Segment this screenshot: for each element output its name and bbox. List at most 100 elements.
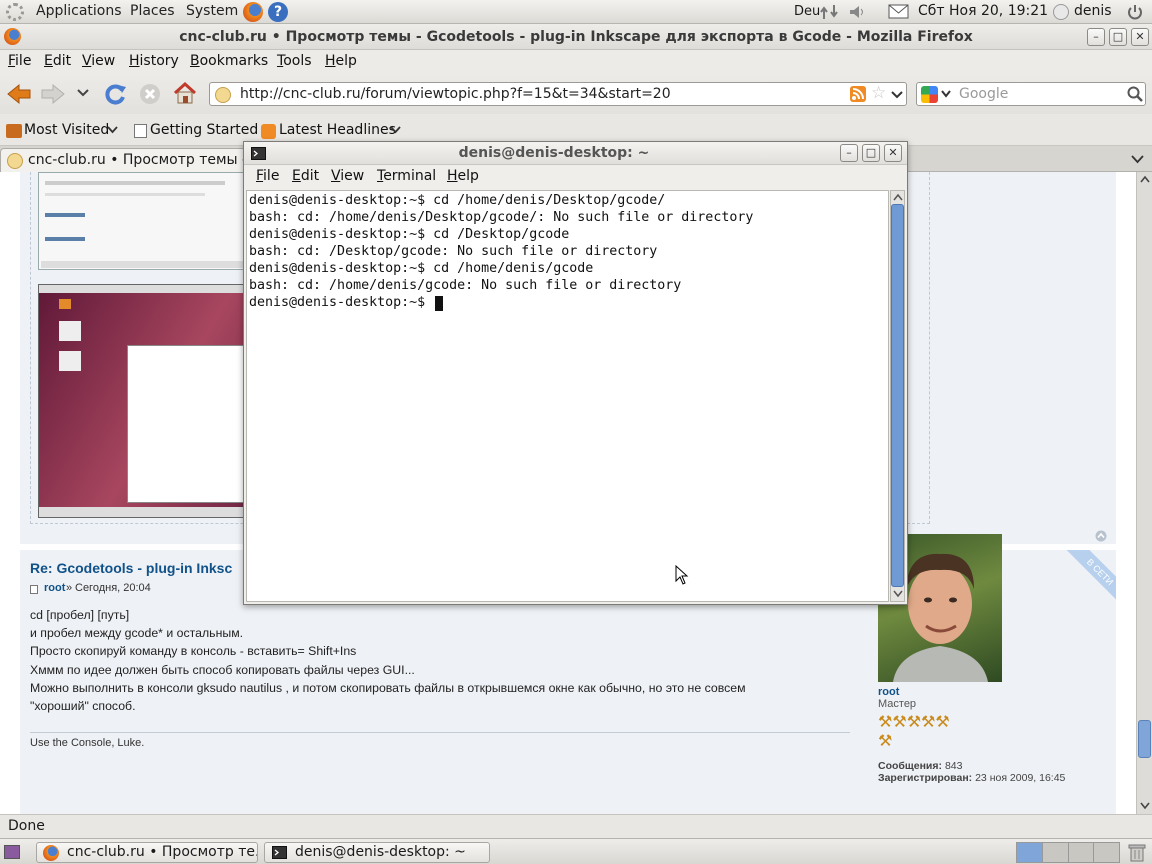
hammer-icon: ⚒: [935, 712, 950, 731]
post-date: Сегодня, 20:04: [75, 582, 151, 594]
profile-rank: Мастер: [878, 698, 917, 710]
workspace-switcher[interactable]: [1016, 842, 1120, 863]
post-icon: [30, 585, 38, 594]
menu-edit[interactable]: Edit: [44, 53, 71, 69]
search-placeholder[interactable]: Google: [959, 86, 1008, 102]
scroll-thumb[interactable]: [1138, 720, 1151, 758]
stop-icon[interactable]: [138, 82, 162, 106]
terminal-close-button[interactable]: ✕: [884, 144, 902, 162]
url-bar[interactable]: http://cnc-club.ru/forum/viewtopic.php?f…: [209, 82, 907, 106]
site-identity-icon[interactable]: [215, 87, 231, 103]
list-all-tabs-icon[interactable]: [1131, 155, 1144, 164]
menu-places[interactable]: Places: [130, 3, 175, 19]
post-line: Можно выполнить в консоли gksudo nautilu…: [30, 680, 746, 695]
google-engine-icon[interactable]: [921, 86, 938, 103]
keyboard-layout-indicator[interactable]: Deu: [794, 4, 820, 19]
terminal-title: denis@denis-desktop: ~: [458, 145, 650, 161]
mail-icon[interactable]: [888, 4, 910, 20]
menu-tools[interactable]: Tools: [277, 53, 312, 69]
terminal-titlebar[interactable]: denis@denis-desktop: ~ – □ ✕: [244, 142, 907, 165]
terminal-maximize-button[interactable]: □: [862, 144, 880, 162]
search-icon[interactable]: [1127, 86, 1143, 102]
page-scrollbar[interactable]: [1136, 172, 1152, 814]
workspace-3[interactable]: [1069, 843, 1095, 862]
history-dropdown-icon[interactable]: [76, 88, 90, 98]
latest-headlines-rss-icon: [261, 124, 276, 139]
help-launcher-icon[interactable]: ?: [268, 2, 288, 22]
profile-name[interactable]: root: [878, 686, 899, 698]
bookmark-getting-started[interactable]: Getting Started: [150, 122, 258, 138]
volume-icon[interactable]: [848, 3, 868, 21]
search-bar[interactable]: Google: [916, 82, 1146, 106]
scroll-down-icon[interactable]: [893, 590, 903, 598]
minimize-button[interactable]: –: [1087, 28, 1105, 46]
show-desktop-icon[interactable]: [4, 845, 20, 859]
url-text[interactable]: http://cnc-club.ru/forum/viewtopic.php?f…: [240, 86, 671, 102]
menu-bookmarks[interactable]: Bookmarks: [190, 53, 268, 69]
profile-posts: Сообщения: 843: [878, 760, 963, 772]
terminal-menu-edit[interactable]: Edit: [292, 168, 319, 184]
scroll-up-icon[interactable]: [1140, 175, 1150, 183]
terminal-window[interactable]: denis@denis-desktop: ~ – □ ✕ File Edit V…: [243, 141, 908, 605]
terminal-menu-view[interactable]: View: [331, 168, 364, 184]
trash-icon[interactable]: [1128, 843, 1146, 862]
user-name[interactable]: denis: [1074, 3, 1112, 19]
gnome-foot-icon[interactable]: [6, 3, 24, 21]
post-body: cd [пробел] [путь] и пробел между gcode*…: [30, 606, 850, 715]
search-engine-dropdown-icon[interactable]: [941, 90, 951, 98]
firefox-icon: [43, 845, 59, 861]
chevron-down-icon: [390, 126, 401, 134]
post-date-separator: »: [66, 582, 73, 594]
forward-icon[interactable]: [40, 82, 66, 106]
scroll-up-icon[interactable]: [893, 193, 903, 201]
bookmark-star-icon[interactable]: ☆: [871, 83, 886, 103]
workspace-4[interactable]: [1094, 843, 1119, 862]
terminal-scrollbar[interactable]: [890, 190, 905, 602]
terminal-menu-help[interactable]: Help: [447, 168, 479, 184]
back-icon[interactable]: [6, 82, 32, 106]
menu-applications[interactable]: Applications: [36, 3, 122, 19]
home-icon[interactable]: [172, 81, 198, 105]
bookmark-most-visited[interactable]: Most Visited: [24, 122, 109, 138]
maximize-button[interactable]: □: [1109, 28, 1127, 46]
menu-history[interactable]: History: [129, 53, 179, 69]
scroll-down-icon[interactable]: [1140, 802, 1150, 810]
taskbar-terminal[interactable]: denis@denis-desktop: ~: [264, 842, 490, 863]
user-status-icon[interactable]: [1053, 4, 1069, 20]
workspace-1[interactable]: [1017, 843, 1043, 862]
terminal-line: denis@denis-desktop:~$ cd /Desktop/gcode: [249, 227, 570, 242]
terminal-prompt-line: denis@denis-desktop:~$: [249, 295, 434, 310]
terminal-menu-file[interactable]: File: [256, 168, 279, 184]
terminal-line: bash: cd: /home/denis/gcode: No such fil…: [249, 278, 682, 293]
bottom-panel: cnc-club.ru • Просмотр те... denis@denis…: [0, 838, 1152, 864]
post-title[interactable]: Re: Gcodetools - plug-in Inksc: [30, 560, 232, 576]
menu-system[interactable]: System: [186, 3, 238, 19]
reload-icon[interactable]: [102, 82, 128, 106]
shutdown-icon[interactable]: [1126, 3, 1144, 21]
tab-cnc-club[interactable]: cnc-club.ru • Просмотр темы -...: [0, 148, 260, 172]
hammer-icon: ⚒: [878, 731, 893, 750]
terminal-menu-terminal[interactable]: Terminal: [377, 168, 436, 184]
taskbar-firefox[interactable]: cnc-club.ru • Просмотр те...: [36, 842, 258, 863]
terminal-minimize-button[interactable]: –: [840, 144, 858, 162]
back-to-top-icon[interactable]: [1095, 530, 1107, 542]
close-button[interactable]: ✕: [1131, 28, 1149, 46]
menu-file[interactable]: File: [8, 53, 31, 69]
terminal-screen[interactable]: denis@denis-desktop:~$ cd /home/denis/De…: [246, 190, 889, 602]
rss-feed-icon[interactable]: [850, 86, 866, 102]
post-line: cd [пробел] [путь]: [30, 608, 130, 622]
menu-help[interactable]: Help: [325, 53, 357, 69]
clock[interactable]: Сбт Ноя 20, 19:21: [918, 3, 1048, 19]
menu-view[interactable]: View: [82, 53, 115, 69]
screenshot-thumbnail-browser[interactable]: [38, 172, 262, 270]
screenshot-thumbnail-desktop[interactable]: [38, 284, 263, 518]
url-dropdown-icon[interactable]: [891, 90, 903, 100]
terminal-scroll-thumb[interactable]: [891, 204, 904, 587]
network-icon[interactable]: [820, 3, 840, 21]
rank-hammers: ⚒⚒⚒⚒⚒ ⚒: [878, 712, 988, 752]
terminal-icon: [272, 846, 287, 859]
firefox-launcher-icon[interactable]: [243, 2, 263, 22]
workspace-2[interactable]: [1043, 843, 1069, 862]
bookmark-latest-headlines[interactable]: Latest Headlines: [279, 122, 396, 138]
post-author[interactable]: root: [44, 582, 65, 594]
